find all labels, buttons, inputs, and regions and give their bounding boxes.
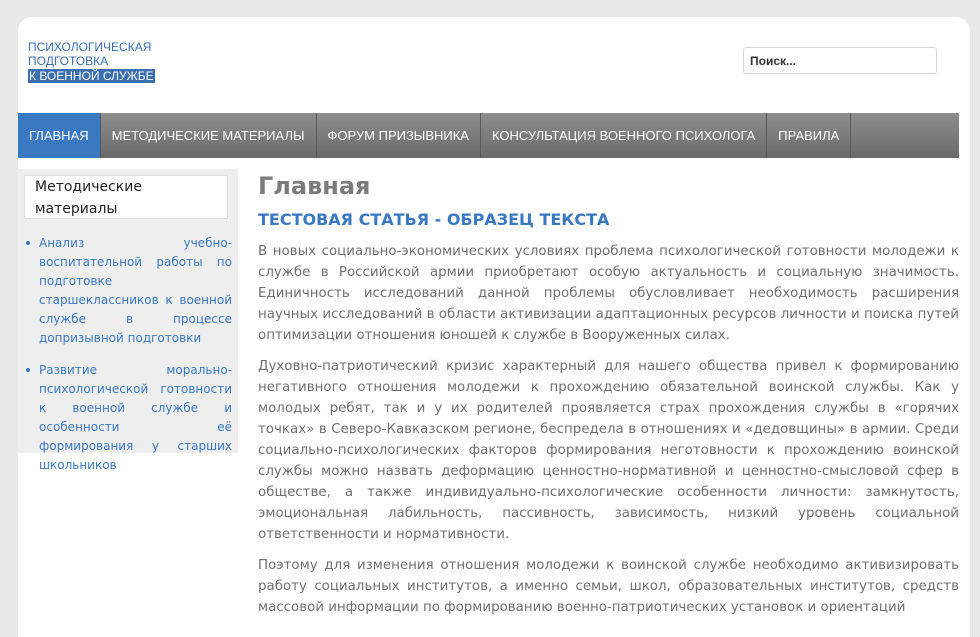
article-title[interactable]: ТЕСТОВАЯ СТАТЬЯ - ОБРАЗЕЦ ТЕКСТА	[258, 209, 959, 231]
nav-item-materials[interactable]: МЕТОДИЧЕСКИЕ МАТЕРИАЛЫ	[101, 113, 317, 158]
sidebar-title: Методические материалы	[24, 175, 228, 219]
sidebar-list: Анализ учебно-воспитательной работы по п…	[26, 234, 232, 488]
sidebar: Методические материалы Анализ учебно-вос…	[18, 169, 238, 472]
nav-item-forum[interactable]: ФОРУМ ПРИЗЫВНИКА	[317, 113, 481, 158]
page-title: Главная	[258, 172, 371, 200]
article-paragraph: Поэтому для изменения отношения молодежи…	[258, 558, 959, 615]
article-paragraph: Духовно-патриотический кризис характерны…	[258, 359, 959, 542]
logo-line-3: К ВОЕННОЙ СЛУЖБЕ	[28, 69, 155, 83]
page-container: ПСИХОЛОГИЧЕСКАЯ ПОДГОТОВКА К ВОЕННОЙ СЛУ…	[18, 17, 970, 637]
sidebar-item-label: Анализ учебно-воспитательной работы по п…	[39, 236, 232, 345]
main-navigation: ГЛАВНАЯ МЕТОДИЧЕСКИЕ МАТЕРИАЛЫ ФОРУМ ПРИ…	[18, 113, 959, 158]
nav-item-rules[interactable]: ПРАВИЛА	[767, 113, 852, 158]
logo-line-2: ПОДГОТОВКА	[28, 54, 109, 68]
article-paragraph: В новых социально-экономических условиях…	[258, 244, 959, 343]
bullet-icon	[26, 241, 30, 245]
search-input[interactable]	[743, 47, 937, 74]
logo-line-1: ПСИХОЛОГИЧЕСКАЯ	[28, 40, 152, 54]
sidebar-item-label: Развитие морально-психологической готовн…	[39, 363, 232, 472]
sidebar-item-development[interactable]: Развитие морально-психологической готовн…	[26, 361, 232, 475]
bullet-icon	[26, 368, 30, 372]
main-content: Главная ТЕСТОВАЯ СТАТЬЯ - ОБРАЗЕЦ ТЕКСТА…	[258, 171, 959, 618]
sidebar-item-analysis[interactable]: Анализ учебно-воспитательной работы по п…	[26, 234, 232, 348]
site-logo[interactable]: ПСИХОЛОГИЧЕСКАЯ ПОДГОТОВКА К ВОЕННОЙ СЛУ…	[28, 40, 155, 83]
nav-item-consultation[interactable]: КОНСУЛЬТАЦИЯ ВОЕННОГО ПСИХОЛОГА	[481, 113, 768, 158]
nav-item-home[interactable]: ГЛАВНАЯ	[18, 113, 101, 158]
